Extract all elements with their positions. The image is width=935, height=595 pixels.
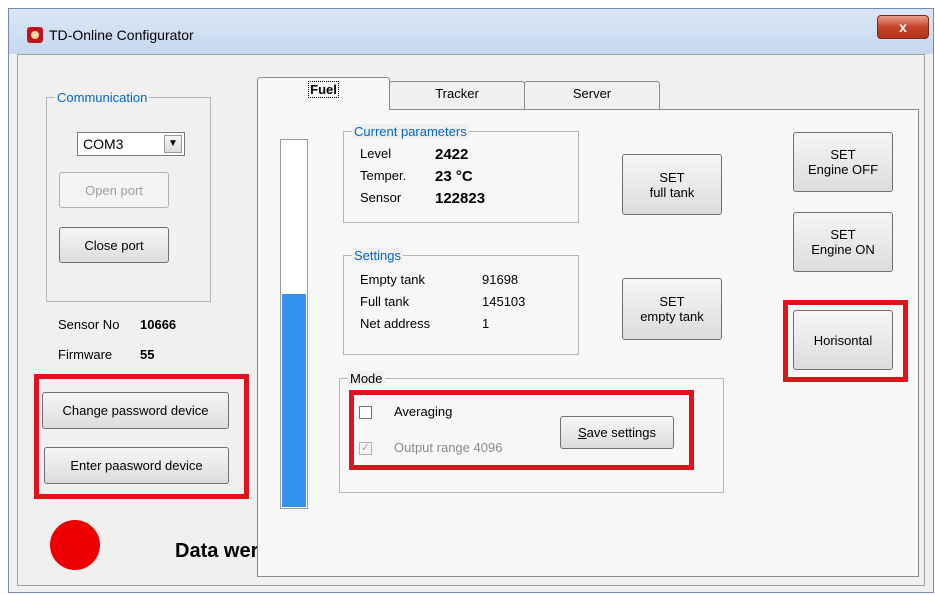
port-select[interactable]: COM3 ▼: [77, 132, 185, 156]
settings-group: Settings Empty tank 91698 Full tank 1451…: [343, 248, 579, 355]
set-engine-off-button[interactable]: SET Engine OFF: [793, 132, 893, 192]
level-value: 2422: [435, 146, 469, 163]
sensor-label: Sensor: [360, 190, 402, 205]
highlight-horisontal: [783, 300, 908, 382]
fuel-tab-panel: Current parameters Level 2422 Temper. 23…: [257, 109, 919, 577]
sensor-no-label: Sensor No: [58, 317, 120, 332]
settings-label: Settings: [352, 248, 403, 263]
sensor-no-value: 10666: [140, 317, 177, 332]
app-icon: [27, 27, 43, 43]
empty-tank-label: Empty tank: [360, 272, 426, 287]
fuel-level-fill: [282, 293, 306, 507]
set-full-tank-button[interactable]: SET full tank: [622, 154, 722, 215]
temper-value: 23 °C: [435, 168, 473, 185]
full-tank-label: Full tank: [360, 294, 410, 309]
tab-fuel-label: Fuel: [308, 81, 339, 98]
mode-label: Mode: [348, 371, 385, 386]
firmware-label: Firmware: [58, 347, 113, 362]
window-close-button[interactable]: x: [877, 15, 929, 39]
app-window: TD-Online Configurator x Communication C…: [8, 8, 934, 593]
net-address-value: 1: [482, 316, 490, 331]
full-tank-value: 145103: [482, 294, 526, 309]
highlight-password: [34, 374, 249, 499]
close-port-button[interactable]: Close port: [59, 227, 169, 263]
set-empty-tank-button[interactable]: SET empty tank: [622, 278, 722, 340]
chevron-down-icon[interactable]: ▼: [164, 135, 182, 153]
title-bar: TD-Online Configurator x: [9, 9, 933, 54]
net-address-label: Net address: [360, 316, 431, 331]
client-area: Communication COM3 ▼ Open port Close por…: [17, 54, 925, 586]
empty-tank-value: 91698: [482, 272, 519, 287]
tab-server[interactable]: Server: [524, 81, 660, 109]
current-parameters-group: Current parameters Level 2422 Temper. 23…: [343, 124, 579, 223]
tab-fuel[interactable]: Fuel: [257, 77, 390, 110]
fuel-level-bar: [280, 139, 308, 509]
highlight-mode: [349, 390, 694, 470]
level-label: Level: [360, 146, 392, 161]
port-select-value: COM3: [83, 136, 124, 152]
communication-label: Communication: [55, 90, 150, 105]
sensor-value: 122823: [435, 190, 486, 207]
tab-tracker[interactable]: Tracker: [389, 81, 525, 109]
temper-label: Temper.: [360, 168, 407, 183]
set-engine-on-button[interactable]: SET Engine ON: [793, 212, 893, 272]
current-parameters-label: Current parameters: [352, 124, 469, 139]
firmware-value: 55: [140, 347, 155, 362]
open-port-button[interactable]: Open port: [59, 172, 169, 208]
window-title: TD-Online Configurator: [49, 27, 194, 43]
status-indicator: [50, 520, 100, 570]
